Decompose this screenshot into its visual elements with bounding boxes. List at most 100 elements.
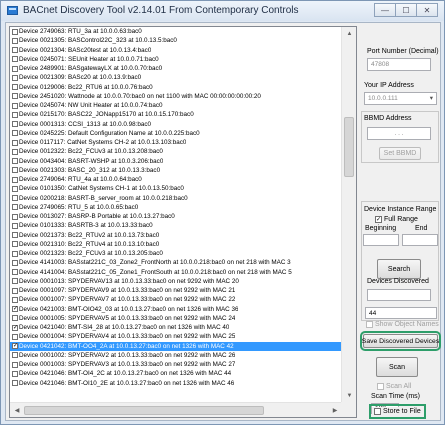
device-row[interactable]: ✓ Device 0421003: BMT-OIO42_03 at 10.0.13…	[10, 305, 342, 314]
device-checkbox[interactable]	[12, 84, 18, 91]
close-button[interactable]: ✕	[416, 3, 438, 17]
device-checkbox[interactable]	[12, 74, 18, 81]
search-button[interactable]: Search	[377, 259, 421, 279]
device-checkbox[interactable]	[12, 333, 18, 340]
device-checkbox[interactable]	[12, 185, 18, 192]
device-checkbox[interactable]	[12, 65, 18, 72]
store-to-file-checkbox[interactable]: Store to File	[369, 404, 426, 419]
minimize-button[interactable]: —	[374, 3, 396, 17]
device-row[interactable]: Device 0001013: SPYDERVAV13 at 10.0.13.3…	[10, 277, 342, 286]
device-checkbox[interactable]	[12, 158, 18, 165]
device-row[interactable]: Device 0245071: SEUnit Heater at 10.0.0.…	[10, 55, 342, 64]
device-checkbox[interactable]	[12, 232, 18, 239]
device-checkbox[interactable]	[12, 148, 18, 155]
device-list[interactable]: Device 2749063: RTU_3a at 10.0.0.63:bac0…	[9, 26, 357, 418]
port-number-input[interactable]: 47808	[367, 58, 431, 71]
device-checkbox[interactable]: ✓	[12, 324, 18, 331]
device-row[interactable]: Device 0245225: Default Configuration Na…	[10, 129, 342, 138]
device-row[interactable]: Device 0215170: BASC22_JONapp15170 at 10…	[10, 110, 342, 119]
device-row[interactable]: Device 0021303: BASC_20_312 at 10.0.13.3…	[10, 166, 342, 175]
device-checkbox[interactable]	[12, 195, 18, 202]
device-checkbox[interactable]	[12, 259, 18, 266]
device-row[interactable]: Device 0001003: SPYDERVAV3 at 10.0.13.33…	[10, 360, 342, 369]
device-row[interactable]: ✓ Device 0421042: BMT-OO4_2A at 10.0.13.2…	[10, 341, 342, 351]
device-checkbox[interactable]	[12, 167, 18, 174]
full-range-checkbox[interactable]: ✓ Full Range	[375, 216, 418, 223]
device-row[interactable]: Device 0101333: BASRTB-3 at 10.0.13.33:b…	[10, 221, 342, 230]
device-row[interactable]: Device 0001002: SPYDERVAV2 at 10.0.13.33…	[10, 351, 342, 360]
device-checkbox[interactable]	[12, 28, 18, 35]
device-row[interactable]: Device 2749065: RTU_5 at 10.0.0.65:bac0	[10, 203, 342, 212]
device-checkbox[interactable]	[12, 315, 18, 322]
vertical-scrollbar[interactable]: ▲ ▼	[341, 27, 356, 403]
device-row[interactable]: ✓ Device 0421040: BMT-SI4_28 at 10.0.13.2…	[10, 323, 342, 332]
device-row[interactable]: Device 4141003: BASstat221C_03_Zone2_Fro…	[10, 258, 342, 267]
device-row[interactable]: Device 0021310: Bc22_RTUv4 at 10.0.13.10…	[10, 240, 342, 249]
device-checkbox[interactable]	[12, 47, 18, 54]
device-checkbox[interactable]	[12, 56, 18, 63]
device-row[interactable]: Device 0001313: CCSI_1313 at 10.0.0.98:b…	[10, 120, 342, 129]
bbmd-address-input[interactable]: . . .	[367, 127, 431, 140]
device-row[interactable]: Device 0012322: Bc22_FCUv3 at 10.0.13.20…	[10, 147, 342, 156]
device-row[interactable]: Device 0421046: BMT-OI10_2E at 10.0.13.2…	[10, 379, 342, 388]
device-row[interactable]: Device 0043404: BASRT-WSHP at 10.0.3.206…	[10, 157, 342, 166]
show-object-names-checkbox[interactable]: Show Object Names	[366, 321, 439, 328]
device-row[interactable]: Device 2749063: RTU_3a at 10.0.0.63:bac0	[10, 27, 342, 36]
device-row[interactable]: Device 0129006: Bc22_RTU6 at 10.0.0.76:b…	[10, 83, 342, 92]
device-checkbox[interactable]	[12, 213, 18, 220]
device-checkbox[interactable]	[12, 380, 18, 387]
device-row[interactable]: Device 0200218: BASRT-B_server_room at 1…	[10, 194, 342, 203]
device-row[interactable]: Device 0117117: CatNet Systems CH-2 at 1…	[10, 138, 342, 147]
device-row[interactable]: Device 4141004: BASstat221C_05_Zone1_Fro…	[10, 268, 342, 277]
device-row[interactable]: Device 0013027: BASRP-B Portable at 10.0…	[10, 212, 342, 221]
device-checkbox[interactable]	[12, 370, 18, 377]
device-checkbox[interactable]: ✓	[12, 306, 18, 313]
device-row[interactable]: Device 2749064: RTU_4a at 10.0.0.64:bac0	[10, 175, 342, 184]
scroll-right-icon[interactable]: ▶	[328, 403, 342, 417]
device-checkbox[interactable]	[12, 287, 18, 294]
horizontal-scroll-thumb[interactable]	[24, 406, 264, 415]
device-row[interactable]: Device 0421046: BMT-OI4_2C at 10.0.13.27…	[10, 369, 342, 378]
device-row[interactable]: Device 0021309: BASc20 at 10.0.13.9:bac0	[10, 73, 342, 82]
device-checkbox[interactable]	[12, 278, 18, 285]
vertical-scroll-thumb[interactable]	[344, 117, 354, 177]
device-row[interactable]: Device 0021373: Bc22_RTUv2 at 10.0.13.73…	[10, 231, 342, 240]
device-checkbox[interactable]	[12, 204, 18, 211]
scan-button[interactable]: Scan	[376, 357, 418, 377]
device-checkbox[interactable]	[12, 176, 18, 183]
device-checkbox[interactable]: ✓	[12, 343, 18, 350]
device-checkbox[interactable]	[12, 121, 18, 128]
device-checkbox[interactable]	[12, 250, 18, 257]
device-checkbox[interactable]	[12, 352, 18, 359]
set-bbmd-button[interactable]: Set BBMD	[379, 147, 421, 160]
device-checkbox[interactable]	[12, 139, 18, 146]
scroll-left-icon[interactable]: ◀	[10, 403, 24, 417]
device-row[interactable]: Device 0021305: BASControl22C_323 at 10.…	[10, 36, 342, 45]
device-checkbox[interactable]	[12, 93, 18, 100]
device-checkbox[interactable]	[12, 222, 18, 229]
device-row[interactable]: Device 0245074: NW Unit Heater at 10.0.0…	[10, 101, 342, 110]
horizontal-scrollbar[interactable]: ◀ ▶	[10, 402, 342, 417]
title-bar[interactable]: BACnet Discovery Tool v2.14.01 From Cont…	[1, 1, 444, 21]
maximize-button[interactable]: ☐	[395, 3, 417, 17]
device-row[interactable]: Device 0001005: SPYDERVAV5 at 10.0.13.33…	[10, 314, 342, 323]
device-row[interactable]: Device 0101350: CatNet Systems CH-1 at 1…	[10, 184, 342, 193]
device-checkbox[interactable]	[12, 102, 18, 109]
device-checkbox[interactable]	[12, 269, 18, 276]
scroll-up-icon[interactable]: ▲	[342, 27, 356, 41]
ip-address-dropdown[interactable]: 10.0.0.111 ▾	[364, 92, 437, 105]
device-checkbox[interactable]	[12, 241, 18, 248]
scan-all-checkbox[interactable]: Scan All	[377, 383, 411, 390]
device-row[interactable]: Device 2451020: Wattnode at 10.0.0.70:ba…	[10, 92, 342, 101]
device-row[interactable]: Device 2489901: BASgatewayLX at 10.0.0.7…	[10, 64, 342, 73]
beginning-input[interactable]	[363, 234, 399, 246]
device-row[interactable]: Device 0001007: SPYDERVAV7 at 10.0.13.33…	[10, 295, 342, 304]
device-row[interactable]: Device 0021323: Bc22_FCUv3 at 10.0.13.20…	[10, 249, 342, 258]
device-checkbox[interactable]	[12, 37, 18, 44]
device-checkbox[interactable]	[12, 296, 18, 303]
device-checkbox[interactable]	[12, 130, 18, 137]
device-row[interactable]: Device 0021304: BASc20test at 10.0.13.4:…	[10, 46, 342, 55]
device-row[interactable]: Device 0001097: SPYDERVAV9 at 10.0.13.33…	[10, 286, 342, 295]
save-discovered-devices-button[interactable]: Save Discovered Devices	[360, 331, 441, 351]
device-row[interactable]: Device 0001004: SPYDERVAV4 at 10.0.13.33…	[10, 332, 342, 341]
